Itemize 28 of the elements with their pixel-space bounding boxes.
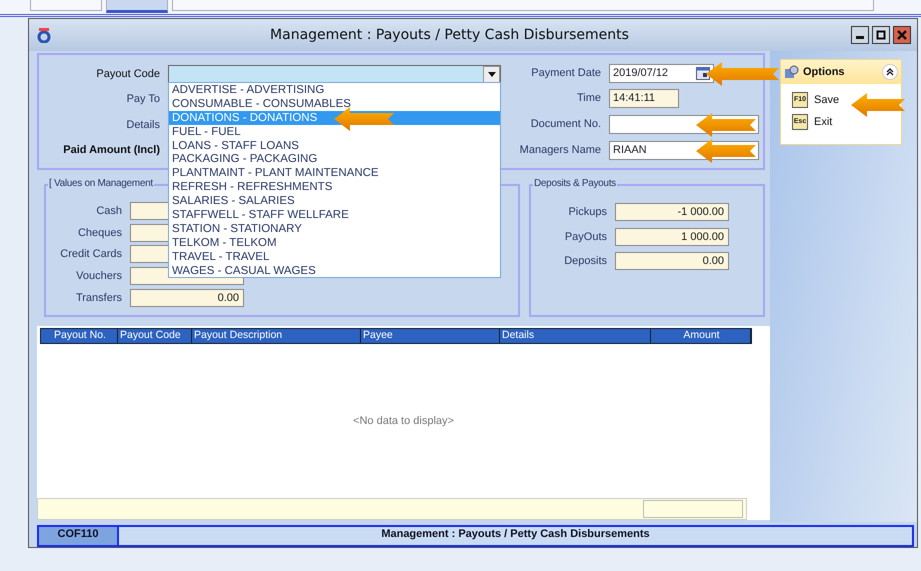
field-label: Paid Amount (Incl) xyxy=(62,144,161,156)
group-title: Deposits & Payouts xyxy=(533,178,617,189)
option-label: Save xyxy=(814,94,840,106)
group-title: [ Values on Management xyxy=(48,178,154,189)
field-label: Details xyxy=(125,118,161,130)
field-label: Document No. xyxy=(530,118,602,130)
window-title: Management : Payouts / Petty Cash Disbursements xyxy=(269,27,630,43)
amount-field: -1 000.00 xyxy=(615,203,729,222)
amount-field: 0.00 xyxy=(615,252,729,270)
panel-title: Options xyxy=(803,66,846,78)
field-label: Pay To xyxy=(126,92,161,104)
field-label: Pickups xyxy=(567,206,608,218)
field-label: Credit Cards xyxy=(59,248,123,260)
field-label: Deposits xyxy=(563,255,608,268)
empty-message: <No data to display> xyxy=(353,415,454,427)
amount-field: 1 000.00 xyxy=(615,228,729,246)
status-title: Management : Payouts / Petty Cash Disbursements xyxy=(380,527,651,542)
field-label: Cash xyxy=(95,204,123,217)
option-label: Exit xyxy=(814,116,832,128)
field-label: PayOuts xyxy=(564,230,608,243)
field-label: Managers Name xyxy=(519,144,602,156)
field-label: Cheques xyxy=(76,226,123,239)
field-label: Payment Date xyxy=(530,67,602,79)
field-label: Vouchers xyxy=(75,270,123,282)
field-label: Payout Code xyxy=(95,68,161,80)
status-code: COF110 xyxy=(39,527,119,545)
field-label: Time xyxy=(576,92,602,104)
field-label: Transfers xyxy=(74,292,123,304)
